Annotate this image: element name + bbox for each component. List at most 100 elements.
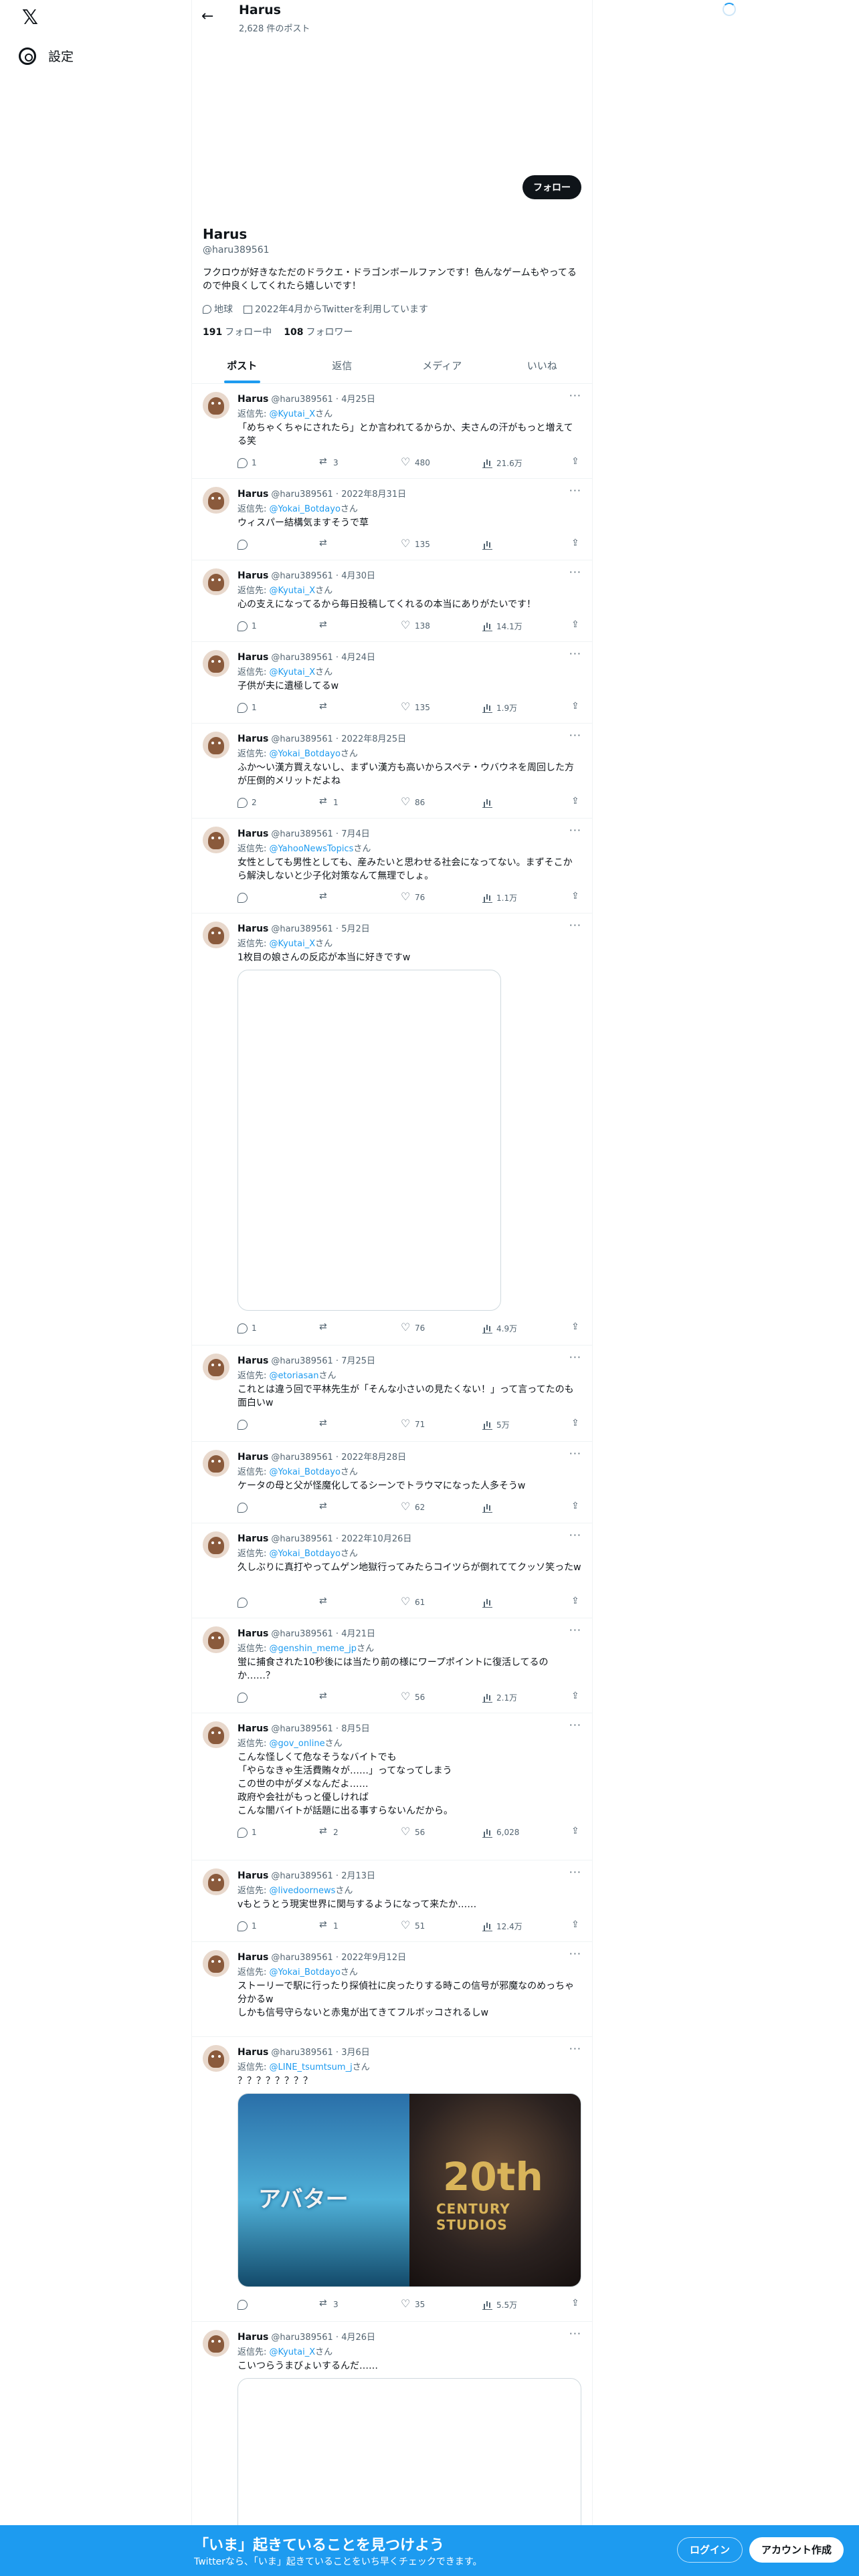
retweet-button[interactable] — [319, 1418, 401, 1430]
more-options-icon[interactable]: ··· — [569, 1529, 581, 1541]
reply-button[interactable]: 2 — [237, 797, 319, 808]
tab-media[interactable]: メディア — [392, 348, 492, 383]
views-button[interactable]: 14.1万 — [482, 621, 564, 632]
more-options-icon[interactable]: ··· — [569, 1351, 581, 1364]
tweet[interactable]: Harus @haru389561 · 4月21日 ··· 返信先: @gensh… — [192, 1618, 592, 1713]
tab-likes[interactable]: いいね — [492, 348, 593, 383]
tweet[interactable]: Harus @haru389561 · 4月24日 ··· 返信先: @Kyuta… — [192, 642, 592, 724]
retweet-button[interactable]: 1 — [319, 1919, 401, 1931]
share-button[interactable] — [571, 456, 581, 468]
like-button[interactable]: 51 — [401, 1919, 482, 1931]
tweet-author-name[interactable]: Harus — [237, 489, 268, 500]
tweet[interactable]: Harus @haru389561 · 2022年8月31日 ··· 返信先: @… — [192, 479, 592, 560]
reply-button[interactable] — [237, 892, 319, 903]
tweet-date[interactable]: 2022年10月26日 — [341, 1534, 411, 1544]
reply-to-link[interactable]: @Kyutai_X — [270, 667, 316, 677]
owl-avatar[interactable] — [203, 392, 229, 419]
tweet-date[interactable]: 3月6日 — [341, 2048, 370, 2058]
tweet-date[interactable]: 4月26日 — [341, 2333, 375, 2343]
nav-settings[interactable]: 設定 — [19, 47, 74, 65]
tweet-media[interactable]: アバター 20th CENTURY STUDIOS — [237, 2093, 581, 2287]
tweet-author-name[interactable]: Harus — [237, 1723, 268, 1734]
more-options-icon[interactable]: ··· — [569, 1447, 581, 1460]
like-button[interactable]: 61 — [401, 1595, 482, 1608]
reply-to-link[interactable]: @Yokai_Botdayo — [270, 1967, 341, 1977]
tweet[interactable]: Harus @haru389561 · 2022年9月12日 ··· 返信先: @… — [192, 1942, 592, 2037]
reply-to-link[interactable]: @etoriasan — [270, 1371, 319, 1381]
tweet-author-name[interactable]: Harus — [237, 1952, 268, 1963]
reply-to-link[interactable]: @Kyutai_X — [270, 586, 316, 596]
share-button[interactable] — [571, 796, 581, 808]
tweet-author-name[interactable]: Harus — [237, 570, 268, 581]
tweet-date[interactable]: 2022年8月31日 — [341, 490, 406, 500]
reply-button[interactable] — [237, 1502, 319, 1513]
share-button[interactable] — [571, 1321, 581, 1333]
reply-to-link[interactable]: @Yokai_Botdayo — [270, 1549, 341, 1559]
tweet-date[interactable]: 7月25日 — [341, 1356, 375, 1366]
reply-button[interactable]: 1 — [237, 1827, 319, 1838]
more-options-icon[interactable]: ··· — [569, 647, 581, 660]
views-button[interactable]: 5万 — [482, 1419, 564, 1430]
more-options-icon[interactable]: ··· — [569, 1719, 581, 1731]
retweet-button[interactable] — [319, 1321, 401, 1333]
views-button[interactable] — [482, 540, 564, 550]
like-button[interactable]: 86 — [401, 795, 482, 808]
owl-avatar[interactable] — [203, 1626, 229, 1653]
tab-posts[interactable]: ポスト — [192, 348, 292, 383]
like-button[interactable]: 71 — [401, 1417, 482, 1430]
tweet-date[interactable]: 2022年8月28日 — [341, 1453, 406, 1463]
tweet-date[interactable]: 4月30日 — [341, 571, 375, 581]
more-options-icon[interactable]: ··· — [569, 1947, 581, 1960]
reply-button[interactable]: 1 — [237, 621, 319, 631]
like-button[interactable]: 76 — [401, 1321, 482, 1333]
tweet[interactable]: Harus @haru389561 · 5月2日 ··· 返信先: @Kyutai… — [192, 914, 592, 1346]
reply-to-link[interactable]: @Kyutai_X — [270, 939, 316, 949]
retweet-button[interactable]: 2 — [319, 1826, 401, 1838]
tweet[interactable]: Harus @haru389561 · 2022年10月26日 ··· 返信先: … — [192, 1523, 592, 1618]
owl-avatar[interactable] — [203, 922, 229, 948]
tweet-author-name[interactable]: Harus — [237, 652, 268, 663]
followers-link[interactable]: 108 フォロワー — [284, 325, 353, 338]
like-button[interactable]: 135 — [401, 700, 482, 713]
reply-button[interactable] — [237, 2299, 319, 2310]
tweet-date[interactable]: 7月4日 — [341, 829, 370, 839]
share-button[interactable] — [571, 2298, 581, 2310]
like-button[interactable]: 35 — [401, 2297, 482, 2310]
reply-to-link[interactable]: @genshin_meme_jp — [270, 1644, 357, 1654]
views-button[interactable]: 21.6万 — [482, 457, 564, 469]
tweet[interactable]: Harus @haru389561 · 3月6日 ··· 返信先: @LINE_t… — [192, 2037, 592, 2322]
more-options-icon[interactable]: ··· — [569, 1866, 581, 1879]
retweet-button[interactable] — [319, 1596, 401, 1608]
tweet-date[interactable]: 4月25日 — [341, 395, 375, 405]
owl-avatar[interactable] — [203, 1531, 229, 1558]
tweet-author-name[interactable]: Harus — [237, 734, 268, 744]
owl-avatar[interactable] — [203, 1450, 229, 1477]
reply-to-link[interactable]: @Kyutai_X — [270, 2347, 316, 2357]
views-button[interactable]: 12.4万 — [482, 1921, 564, 1932]
more-options-icon[interactable]: ··· — [569, 824, 581, 837]
reply-button[interactable] — [237, 539, 319, 550]
retweet-button[interactable] — [319, 701, 401, 713]
tweet[interactable]: Harus @haru389561 · 4月25日 ··· 返信先: @Kyuta… — [192, 384, 592, 479]
owl-avatar[interactable] — [203, 827, 229, 853]
more-options-icon[interactable]: ··· — [569, 389, 581, 402]
reply-button[interactable]: 1 — [237, 702, 319, 713]
like-button[interactable]: 56 — [401, 1690, 482, 1703]
more-options-icon[interactable]: ··· — [569, 919, 581, 932]
reply-to-link[interactable]: @YahooNewsTopics — [270, 844, 354, 854]
owl-avatar[interactable] — [203, 1354, 229, 1380]
views-button[interactable] — [482, 1598, 564, 1608]
share-button[interactable] — [571, 619, 581, 631]
retweet-button[interactable] — [319, 538, 401, 550]
share-button[interactable] — [571, 1919, 581, 1931]
tweet-date[interactable]: 4月24日 — [341, 653, 375, 663]
retweet-button[interactable] — [319, 619, 401, 631]
tweet[interactable]: Harus @haru389561 · 8月5日 ··· 返信先: @gov_on… — [192, 1713, 592, 1860]
like-button[interactable]: 135 — [401, 537, 482, 550]
tweet-author-name[interactable]: Harus — [237, 829, 268, 839]
owl-avatar[interactable] — [203, 2330, 229, 2357]
tweet-media[interactable] — [237, 970, 501, 1311]
like-button[interactable]: 480 — [401, 455, 482, 468]
tweet-author-name[interactable]: Harus — [237, 1870, 268, 1881]
follow-button[interactable]: フォロー — [522, 175, 581, 199]
